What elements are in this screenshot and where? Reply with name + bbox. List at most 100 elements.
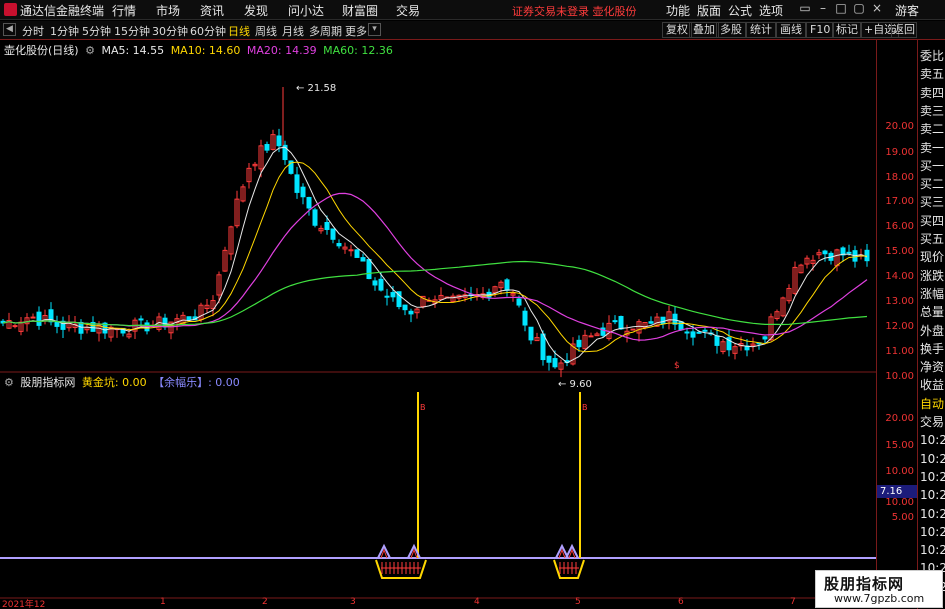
candle-body	[762, 336, 768, 340]
candle-body	[672, 313, 678, 325]
candle-body	[390, 292, 396, 298]
xtick: 5	[575, 597, 581, 607]
restore-icon[interactable]: □	[834, 1, 848, 15]
tab-weekly[interactable]: 周线	[255, 23, 277, 39]
xtick: 2	[262, 597, 268, 607]
ytick: 16.00	[885, 221, 914, 232]
duogu-button[interactable]: 多股	[716, 22, 746, 38]
tab-multi-period[interactable]: 多周期	[309, 23, 342, 39]
menu-zixun[interactable]: 资讯	[200, 2, 224, 19]
current-value-tag: 7.16	[877, 485, 917, 498]
indicator-header: ⚙ 股朋指标网 黄金坑: 0.00 【余幅乐】: 0.00	[4, 374, 243, 390]
tongji-button[interactable]: 统计	[746, 22, 776, 38]
login-notice[interactable]: 证券交易未登录 壶化股份	[512, 3, 637, 19]
settings-icon[interactable]: ⚙	[85, 44, 95, 57]
menu-gongshi[interactable]: 公式	[728, 2, 752, 19]
quote-panel-item: 委比	[920, 49, 945, 63]
indicator-settings-icon[interactable]: ⚙	[4, 376, 14, 389]
menu-hangqing[interactable]: 行情	[112, 2, 136, 19]
menu-wenxiaoda[interactable]: 问小达	[288, 2, 324, 19]
watermark-url: www.7gpzb.com	[834, 592, 925, 605]
kline-chart[interactable]: $ ← 21.58 ← 9.60 B B	[0, 40, 876, 600]
close-icon[interactable]: ×	[870, 1, 884, 15]
back-button[interactable]: 返回	[891, 22, 917, 38]
candle-body	[690, 331, 696, 338]
tab-60min[interactable]: 60分钟	[190, 23, 226, 39]
biaoji-button[interactable]: 标记	[832, 22, 862, 38]
huaxian-button[interactable]: 画线	[776, 22, 806, 38]
quote-panel-item: 10:27	[920, 469, 945, 484]
candle-body	[378, 278, 384, 291]
f10-button[interactable]: F10	[806, 22, 835, 38]
candle-body	[366, 259, 372, 280]
candle-body	[360, 257, 366, 262]
indicator-title: 股朋指标网	[20, 376, 76, 389]
candle-body	[138, 318, 144, 321]
candle-body	[348, 249, 354, 252]
tab-fenshi[interactable]: 分时	[22, 23, 44, 39]
signal-marker: B	[582, 403, 588, 412]
candle-body	[546, 355, 552, 363]
ind-ytick: 15.00	[885, 440, 914, 451]
menu-banmian[interactable]: 版面	[697, 2, 721, 19]
prev-icon[interactable]: ◀	[3, 23, 16, 36]
menu-jiaoyi[interactable]: 交易	[396, 2, 420, 19]
ytick: 17.00	[885, 196, 914, 207]
ma20-line	[2, 192, 868, 341]
candle-body	[648, 321, 654, 324]
candle-body	[264, 144, 270, 151]
candle-body	[36, 311, 42, 326]
ind-ytick: 10.00	[885, 466, 914, 477]
candle-body	[330, 228, 336, 240]
quote-panel-item: 买二	[920, 177, 945, 192]
quote-panel-item: 总量	[920, 305, 945, 320]
user-icon[interactable]: ▭	[798, 1, 812, 15]
menu-caifuquan[interactable]: 财富圈	[342, 2, 378, 19]
ytick: 10.00	[885, 371, 914, 382]
tab-more[interactable]: 更多	[345, 23, 367, 39]
menu-xuanxiang[interactable]: 选项	[759, 2, 783, 19]
time-axis: 2021年12 1 2 3 4 5 6 7	[0, 597, 876, 609]
baseline-bump	[565, 543, 579, 559]
diejia-button[interactable]: 叠加	[689, 22, 719, 38]
buy-marker: $	[674, 361, 680, 371]
minimize-icon[interactable]: –	[816, 1, 830, 15]
menu-shichang[interactable]: 市场	[156, 2, 180, 19]
price-axis: 20.00 19.00 18.00 17.00 16.00 15.00 14.0…	[876, 40, 917, 600]
app-logo-icon	[4, 3, 17, 16]
candle-body	[276, 135, 282, 147]
guest-label[interactable]: 游客	[895, 2, 919, 19]
candle-body	[30, 316, 36, 319]
fuquan-button[interactable]: 复权	[662, 22, 692, 38]
candle-body	[552, 358, 558, 368]
candle-body	[522, 310, 528, 326]
title-bar: 通达信金融终端 行情 市场 资讯 发现 问小达 财富圈 交易 证券交易未登录 壶…	[0, 0, 945, 20]
chevron-down-icon[interactable]: ▾	[368, 23, 381, 36]
candle-body	[306, 196, 312, 209]
low-label: ← 9.60	[558, 379, 592, 390]
quote-panel-item: 现价	[920, 250, 945, 265]
tab-daily[interactable]: 日线	[228, 23, 250, 39]
quote-panel-item: 收益	[920, 378, 945, 393]
tab-monthly[interactable]: 月线	[282, 23, 304, 39]
tab-5min[interactable]: 5分钟	[82, 23, 111, 39]
quote-panel-item: 卖四	[920, 85, 945, 100]
ma60-label: MA60: 12.36	[323, 44, 393, 57]
quote-panel-item: 买一	[920, 158, 945, 173]
candle-body	[504, 279, 510, 291]
candle-body	[714, 335, 720, 346]
tab-15min[interactable]: 15分钟	[114, 23, 150, 39]
chart-area[interactable]: $ ← 21.58 ← 9.60 B B 壶化股份(日线) ⚙ MA5: 14.55 M…	[0, 40, 876, 600]
tab-1min[interactable]: 1分钟	[50, 23, 79, 39]
quote-panel-item[interactable]: 自动	[920, 396, 944, 412]
tab-30min[interactable]: 30分钟	[152, 23, 188, 39]
candle-body	[372, 280, 378, 286]
candle-body	[540, 333, 546, 361]
quote-panel-item: 10:29	[920, 543, 945, 558]
menu-gongneng[interactable]: 功能	[666, 2, 690, 19]
candle-body	[12, 325, 18, 328]
quote-panel-item[interactable]: 交易	[920, 414, 944, 430]
maximize-icon[interactable]: ▢	[852, 1, 866, 15]
candle-body	[294, 174, 300, 193]
menu-faxian[interactable]: 发现	[244, 2, 268, 19]
